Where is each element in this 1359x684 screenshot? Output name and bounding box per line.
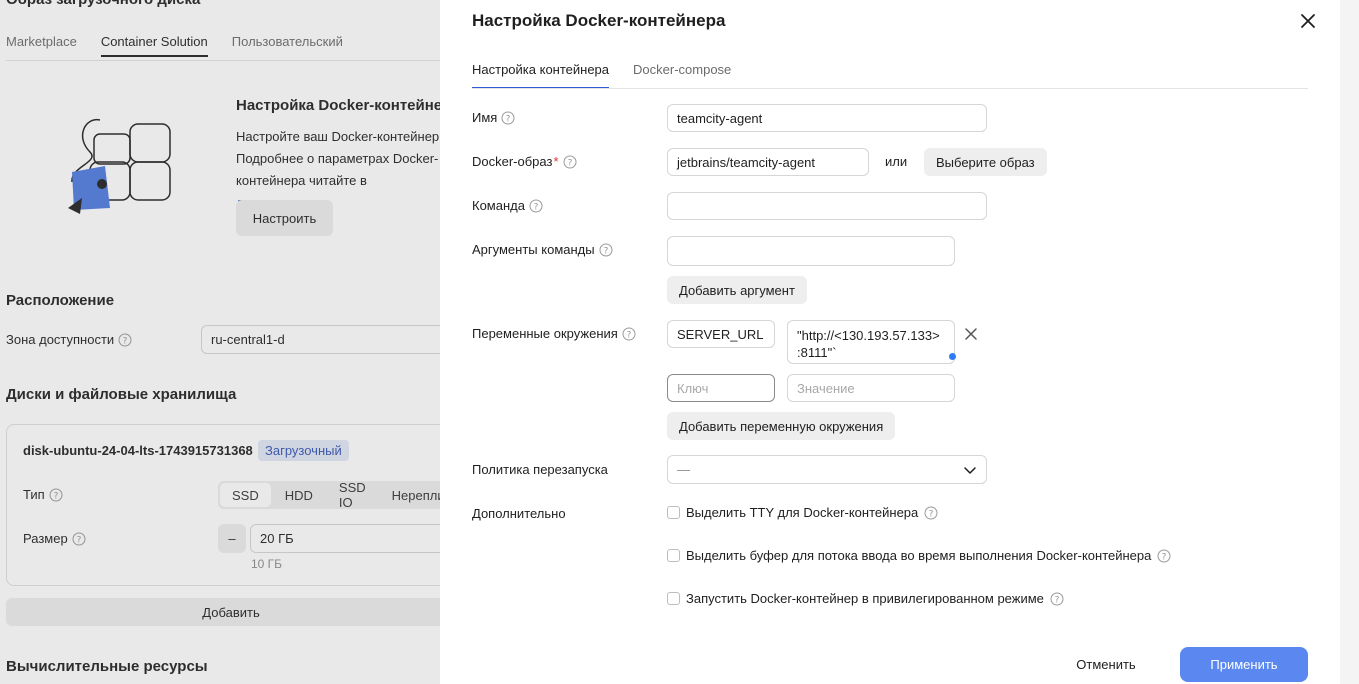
- choose-image-button[interactable]: Выберите образ: [924, 148, 1047, 176]
- svg-text:?: ?: [567, 158, 572, 168]
- help-icon[interactable]: ?: [501, 111, 515, 125]
- docker-settings-drawer: Настройка Docker-контейнера Настройка ко…: [440, 0, 1340, 684]
- help-icon[interactable]: ?: [622, 327, 636, 341]
- args-input[interactable]: [667, 236, 955, 266]
- tab-docker-compose[interactable]: Docker-compose: [633, 62, 731, 89]
- chevron-down-icon: [964, 466, 976, 474]
- docker-image-input[interactable]: jetbrains/teamcity-agent: [667, 148, 869, 176]
- args-label: Аргументы команды ?: [472, 242, 613, 257]
- args-label-text: Аргументы команды: [472, 242, 595, 257]
- drawer-tabs-divider: [472, 88, 1308, 89]
- env-vars-label-text: Переменные окружения: [472, 326, 618, 341]
- svg-text:?: ?: [603, 246, 608, 256]
- env-value-line: :8111"`: [797, 345, 837, 360]
- resize-handle[interactable]: [949, 353, 956, 360]
- help-icon[interactable]: ?: [1050, 592, 1064, 606]
- extra-label: Дополнительно: [472, 506, 566, 521]
- env-value-line: "http://<130.193.57.133>: [797, 328, 940, 343]
- env-vars-label: Переменные окружения ?: [472, 326, 636, 341]
- restart-policy-value: —: [677, 462, 690, 477]
- docker-image-label-text: Docker-образ: [472, 154, 553, 169]
- svg-text:?: ?: [1162, 552, 1167, 562]
- close-icon[interactable]: [1298, 11, 1318, 31]
- modal-overlay[interactable]: [0, 0, 440, 684]
- add-argument-button[interactable]: Добавить аргумент: [667, 276, 807, 304]
- or-text: или: [885, 154, 908, 169]
- page-scroll-strip: [1340, 0, 1359, 684]
- apply-button[interactable]: Применить: [1180, 647, 1308, 682]
- tty-option: Выделить TTY для Docker-контейнера ?: [667, 505, 938, 520]
- command-input[interactable]: [667, 192, 987, 220]
- name-label: Имя ?: [472, 110, 515, 125]
- help-icon[interactable]: ?: [529, 199, 543, 213]
- cancel-button[interactable]: Отменить: [1060, 647, 1152, 682]
- svg-text:?: ?: [626, 330, 631, 340]
- docker-image-label: Docker-образ * ?: [472, 154, 577, 169]
- svg-text:?: ?: [506, 114, 511, 124]
- env-value-textarea[interactable]: "http://<130.193.57.133> :8111"`: [787, 320, 955, 364]
- stdin-option: Выделить буфер для потока ввода во время…: [667, 548, 1171, 563]
- restart-policy-label-text: Политика перезапуска: [472, 462, 608, 477]
- env-key-new-input[interactable]: Ключ: [667, 374, 775, 402]
- help-icon[interactable]: ?: [563, 155, 577, 169]
- tab-container-settings[interactable]: Настройка контейнера: [472, 62, 610, 89]
- drawer-title: Настройка Docker-контейнера: [472, 11, 726, 30]
- tty-checkbox[interactable]: [667, 506, 680, 519]
- svg-text:?: ?: [929, 509, 934, 519]
- extra-label-text: Дополнительно: [472, 506, 566, 521]
- name-label-text: Имя: [472, 110, 498, 125]
- svg-text:?: ?: [534, 202, 539, 212]
- stdin-checkbox-label[interactable]: Выделить буфер для потока ввода во время…: [686, 548, 1151, 563]
- privileged-checkbox-label[interactable]: Запустить Docker-контейнер в привилегиро…: [686, 591, 1044, 606]
- required-mark: *: [553, 154, 559, 169]
- remove-env-icon[interactable]: [964, 327, 978, 341]
- command-label-text: Команда: [472, 198, 525, 213]
- drawer-tabs: Настройка контейнера Docker-compose: [472, 62, 731, 89]
- restart-policy-label: Политика перезапуска: [472, 462, 608, 477]
- stdin-checkbox[interactable]: [667, 549, 680, 562]
- tty-checkbox-label[interactable]: Выделить TTY для Docker-контейнера: [686, 505, 918, 520]
- env-key-input[interactable]: SERVER_URL: [667, 320, 775, 348]
- svg-text:?: ?: [1055, 595, 1060, 605]
- restart-policy-select[interactable]: —: [667, 455, 987, 484]
- command-label: Команда ?: [472, 198, 543, 213]
- env-value-new-input[interactable]: Значение: [787, 374, 955, 402]
- privileged-checkbox[interactable]: [667, 592, 680, 605]
- help-icon[interactable]: ?: [1157, 549, 1171, 563]
- help-icon[interactable]: ?: [924, 506, 938, 520]
- help-icon[interactable]: ?: [599, 243, 613, 257]
- name-input[interactable]: teamcity-agent: [667, 104, 987, 132]
- add-env-var-button[interactable]: Добавить переменную окружения: [667, 412, 896, 440]
- privileged-option: Запустить Docker-контейнер в привилегиро…: [667, 591, 1064, 606]
